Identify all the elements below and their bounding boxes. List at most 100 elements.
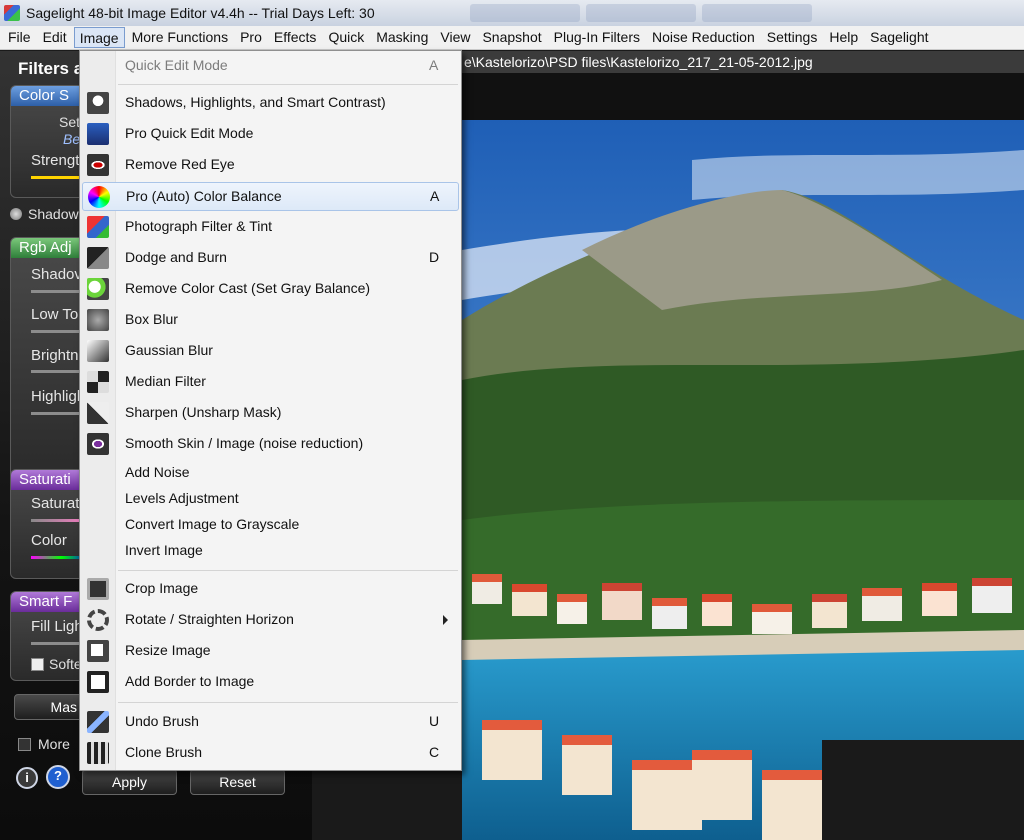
menu-separator	[118, 702, 458, 703]
menu-item-box-blur[interactable]: Box Blur	[82, 306, 459, 335]
menu-item-label: Quick Edit Mode	[125, 57, 228, 73]
resize-icon	[87, 640, 109, 662]
menu-item-add-noise[interactable]: Add Noise	[82, 459, 459, 488]
clone-brush-icon	[87, 742, 109, 764]
info-icon[interactable]: i	[16, 767, 38, 789]
menu-item-clone-brush[interactable]: Clone Brush C	[82, 739, 459, 768]
menu-item-invert-image[interactable]: Invert Image	[82, 537, 459, 566]
image-canvas[interactable]	[462, 120, 1024, 840]
title-bar: Sagelight 48-bit Image Editor v4.4h -- T…	[0, 0, 1024, 26]
menu-item-remove-red-eye[interactable]: Remove Red Eye	[82, 151, 459, 180]
menu-help[interactable]: Help	[824, 27, 863, 48]
dodge-burn-icon	[87, 247, 109, 269]
menu-item-shortcut: D	[429, 249, 440, 265]
menu-item-convert-grayscale[interactable]: Convert Image to Grayscale	[82, 511, 459, 540]
menu-settings[interactable]: Settings	[762, 27, 823, 48]
gaussian-blur-icon	[87, 340, 109, 362]
color-set-text: Set	[59, 114, 81, 130]
menu-item-rotate-straighten[interactable]: Rotate / Straighten Horizon	[82, 606, 459, 635]
more-checkbox[interactable]	[18, 738, 31, 751]
pro-quick-edit-icon	[87, 123, 109, 145]
help-icon[interactable]: ?	[46, 765, 70, 789]
menu-item-levels-adjustment[interactable]: Levels Adjustment	[82, 485, 459, 514]
window-title: Sagelight 48-bit Image Editor v4.4h -- T…	[26, 5, 375, 21]
menu-image[interactable]: Image	[73, 27, 125, 48]
menu-file[interactable]: File	[3, 27, 36, 48]
menu-item-label: Crop Image	[125, 580, 199, 596]
low-tone-slider-label: Low To	[31, 306, 79, 323]
menu-item-shortcut: A	[430, 188, 440, 204]
menu-item-label: Invert Image	[125, 542, 203, 558]
menu-snapshot[interactable]: Snapshot	[477, 27, 546, 48]
menu-separator	[118, 570, 458, 571]
menu-item-median-filter[interactable]: Median Filter	[82, 368, 459, 397]
menu-item-shortcut: C	[429, 744, 440, 760]
menu-masking[interactable]: Masking	[371, 27, 433, 48]
menu-item-label: Convert Image to Grayscale	[125, 516, 300, 532]
brightness-slider-label: Brightn	[31, 347, 79, 364]
gray-balance-icon	[87, 278, 109, 300]
more-label: More	[38, 736, 70, 752]
menu-item-label: Add Border to Image	[125, 673, 255, 689]
panel-title: Filters a	[18, 59, 84, 78]
menu-item-pro-quick-edit[interactable]: Pro Quick Edit Mode	[82, 120, 459, 149]
menu-view[interactable]: View	[435, 27, 475, 48]
menu-item-label: Resize Image	[125, 642, 211, 658]
background-tab	[470, 4, 580, 22]
menu-item-pro-auto-color-balance[interactable]: Pro (Auto) Color Balance A	[82, 182, 459, 211]
crop-icon	[87, 578, 109, 600]
menu-noise-reduction[interactable]: Noise Reduction	[647, 27, 760, 48]
menu-effects[interactable]: Effects	[269, 27, 322, 48]
shadow-slider-label: Shadov	[31, 266, 82, 283]
border-icon	[87, 671, 109, 693]
menu-item-label: Clone Brush	[125, 744, 203, 760]
apply-button[interactable]: Apply	[82, 769, 177, 795]
menu-item-dodge-burn[interactable]: Dodge and Burn D	[82, 244, 459, 273]
menu-item-label: Box Blur	[125, 311, 178, 327]
menu-sagelight[interactable]: Sagelight	[865, 27, 933, 48]
smooth-skin-icon	[87, 433, 109, 455]
menu-item-label: Median Filter	[125, 373, 206, 389]
mask-button[interactable]: Mas	[14, 694, 84, 720]
menu-item-label: Smooth Skin / Image (noise reduction)	[125, 435, 364, 451]
box-blur-icon	[87, 309, 109, 331]
soften-checkbox[interactable]	[31, 658, 44, 671]
menu-pro[interactable]: Pro	[235, 27, 267, 48]
menu-item-label: Pro Quick Edit Mode	[125, 125, 254, 141]
undo-brush-icon	[87, 711, 109, 733]
menu-item-quick-edit-mode[interactable]: Quick Edit Mode A	[82, 52, 459, 81]
background-taskbar-tabs	[470, 4, 812, 22]
shadow-radio-label: Shadow	[28, 206, 79, 222]
fill-light-label: Fill Ligh	[31, 618, 83, 635]
menu-item-shadows-highlights[interactable]: Shadows, Highlights, and Smart Contrast)	[82, 89, 459, 118]
menu-item-label: Sharpen (Unsharp Mask)	[125, 404, 282, 420]
color-be-text: Be	[63, 131, 81, 147]
menu-more-functions[interactable]: More Functions	[127, 27, 233, 48]
menu-item-undo-brush[interactable]: Undo Brush U	[82, 708, 459, 737]
menu-item-smooth-skin[interactable]: Smooth Skin / Image (noise reduction)	[82, 430, 459, 459]
menu-item-shortcut: A	[429, 57, 439, 73]
reset-button[interactable]: Reset	[190, 769, 285, 795]
menu-item-label: Photograph Filter & Tint	[125, 218, 273, 234]
menu-item-photograph-filter-tint[interactable]: Photograph Filter & Tint	[82, 213, 459, 242]
submenu-arrow-icon	[443, 615, 448, 625]
menu-plugin-filters[interactable]: Plug-In Filters	[549, 27, 645, 48]
menu-item-remove-color-cast[interactable]: Remove Color Cast (Set Gray Balance)	[82, 275, 459, 304]
median-filter-icon	[87, 371, 109, 393]
menu-edit[interactable]: Edit	[38, 27, 72, 48]
menu-item-label: Shadows, Highlights, and Smart Contrast)	[125, 94, 386, 110]
menu-item-label: Undo Brush	[125, 713, 199, 729]
image-menu-dropdown: Quick Edit Mode A Shadows, Highlights, a…	[79, 50, 462, 771]
menu-item-sharpen[interactable]: Sharpen (Unsharp Mask)	[82, 399, 459, 428]
shadow-radio[interactable]	[10, 208, 22, 220]
saturation-slider-label: Saturat	[31, 495, 80, 512]
rotate-icon	[87, 609, 109, 631]
menu-item-gaussian-blur[interactable]: Gaussian Blur	[82, 337, 459, 366]
menu-bar: File Edit Image More Functions Pro Effec…	[0, 26, 1024, 50]
background-tab	[586, 4, 696, 22]
menu-item-crop-image[interactable]: Crop Image	[82, 575, 459, 604]
menu-item-add-border[interactable]: Add Border to Image	[82, 668, 459, 697]
menu-item-resize-image[interactable]: Resize Image	[82, 637, 459, 666]
menu-quick[interactable]: Quick	[323, 27, 369, 48]
menu-item-label: Levels Adjustment	[125, 490, 239, 506]
